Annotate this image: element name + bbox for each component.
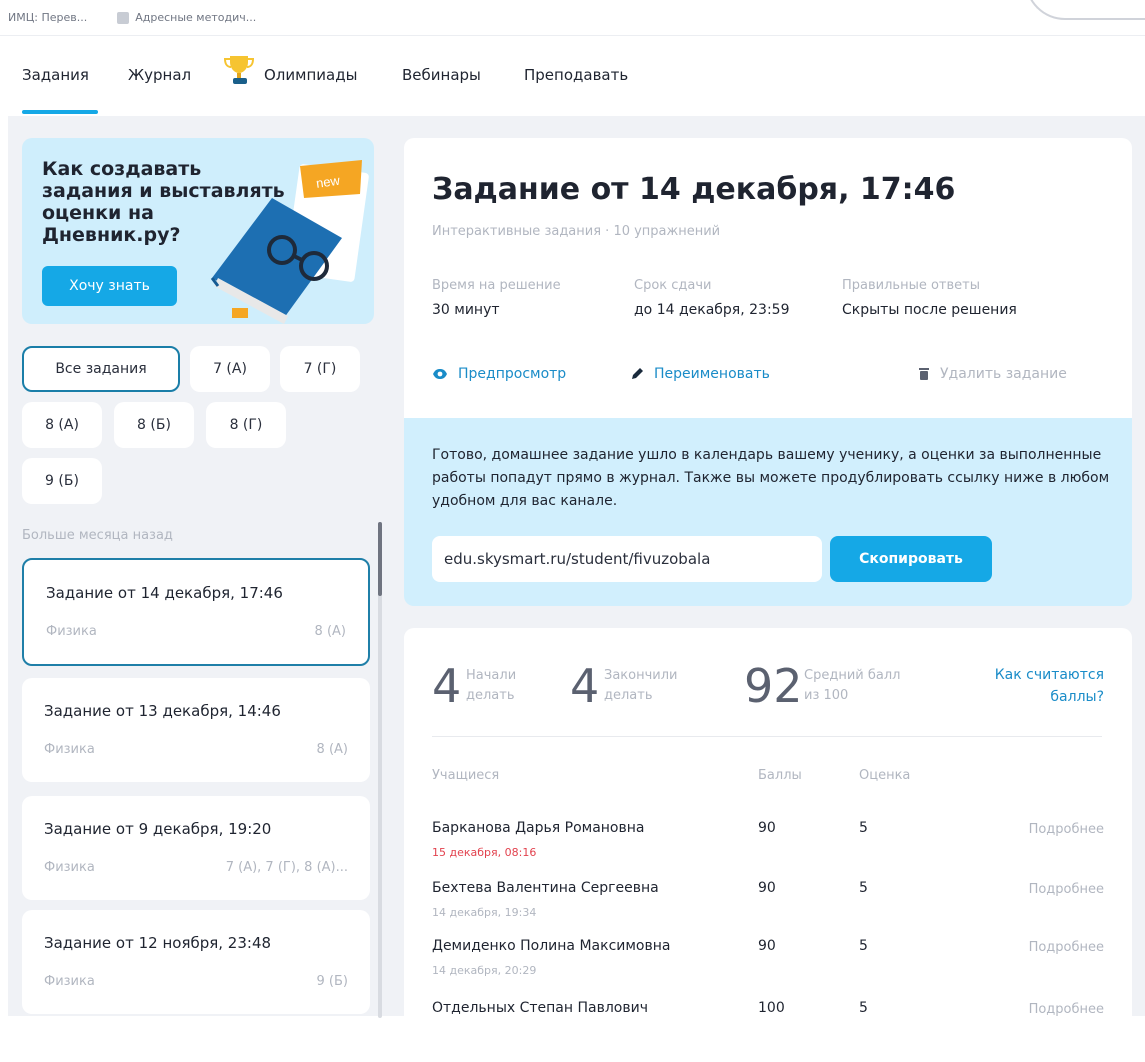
rename-label: Переименовать [654,366,770,382]
student-name: Демиденко Полина Максимовна [432,938,671,954]
student-score: 90 [758,820,776,836]
promo-learn-button[interactable]: Хочу знать [42,266,177,306]
filter-class-9b[interactable]: 9 (Б) [22,458,102,504]
student-link-field[interactable] [432,536,822,582]
student-name: Барканова Дарья Романовна [432,820,645,836]
active-tab-indicator [22,110,98,114]
left-edge [0,116,8,1016]
bookmark-item[interactable]: Адресные методич... [117,11,256,24]
nav-tab-journal[interactable]: Журнал [128,66,191,84]
submission-date: 15 декабря, 08:16 [432,846,537,859]
filter-class-7g[interactable]: 7 (Г) [280,346,360,392]
copy-link-button[interactable]: Скопировать [830,536,992,582]
eye-icon [433,369,447,379]
task-classes: 7 (А), 7 (Г), 8 (А)... [225,860,348,875]
answers-label: Правильные ответы [842,278,980,293]
started-label: Начали делать [466,668,517,703]
task-subject: Физика [46,624,97,639]
time-value: 30 минут [432,302,500,318]
window-corner-decoration [1025,0,1145,20]
book-illustration-icon: new [210,160,369,324]
section-label: Больше месяца назад [22,528,173,543]
task-list-item[interactable]: Задание от 13 декабря, 14:46 Физика 8 (А… [22,678,370,782]
filter-class-8g[interactable]: 8 (Г) [206,402,286,448]
student-grade: 5 [859,880,868,896]
task-title: Задание от 9 декабря, 19:20 [44,820,272,838]
submission-date: 14 декабря, 20:29 [432,964,537,977]
bookmark-label: Адресные методич... [135,11,257,24]
rename-button[interactable]: Переименовать [630,366,770,382]
task-list-item[interactable]: Задание от 9 декабря, 19:20 Физика 7 (А)… [22,796,370,900]
task-list-item[interactable]: Задание от 12 ноября, 23:48 Физика 9 (Б) [22,910,370,1014]
student-grade: 5 [859,820,868,836]
task-title: Задание от 13 декабря, 14:46 [44,702,281,720]
delete-label: Удалить задание [940,366,1067,382]
finished-label: Закончили делать [604,668,678,703]
filter-class-8b[interactable]: 8 (Б) [114,402,194,448]
bookmark-favicon-icon [117,11,130,24]
nav-tab-olympiads[interactable]: Олимпиады [264,66,357,84]
task-subject: Физика [44,974,95,989]
column-header-grade: Оценка [859,768,911,783]
notice-text: Готово, домашнее задание ушло в календар… [432,447,1110,509]
nav-tab-teach[interactable]: Преподавать [524,66,628,84]
trash-icon [919,368,929,380]
started-count: 4 [432,659,462,713]
student-grade: 5 [859,938,868,954]
task-list-item[interactable]: Задание от 14 декабря, 17:46 Физика 8 (А… [22,558,370,666]
task-title: Задание от 12 ноября, 23:48 [44,934,272,952]
top-navigation: Задания Журнал Олимпиады Вебинары Препод… [0,36,1145,116]
task-subject: Физика [44,742,95,757]
task-classes: 8 (А) [314,624,346,639]
answers-value: Скрыты после решения [842,302,1017,318]
task-title: Задание от 14 декабря, 17:46 [46,584,283,602]
student-score: 90 [758,938,776,954]
divider [432,736,1102,737]
pencil-icon [632,368,643,379]
bookmark-item[interactable]: ИМЦ: Перев... [8,11,87,24]
average-score: 92 [744,659,803,713]
promo-banner: Как создавать задания и выставлять оценк… [22,138,374,324]
task-classes: 9 (Б) [316,974,348,989]
student-score: 100 [758,1000,785,1016]
details-link[interactable]: Подробнее [1029,1002,1104,1017]
task-subject: Физика [44,860,95,875]
trophy-icon [223,56,255,84]
filter-class-8a[interactable]: 8 (А) [22,402,102,448]
student-name: Отдельных Степан Павлович [432,1000,648,1016]
details-link[interactable]: Подробнее [1029,940,1104,955]
results-card: 4 Начали делать 4 Закончили делать 92 Ср… [404,628,1132,1018]
task-details-card: Задание от 14 декабря, 17:46 Интерактивн… [404,138,1132,418]
scrollbar-thumb[interactable] [378,522,382,596]
filter-all-tasks[interactable]: Все задания [22,346,180,392]
finished-count: 4 [570,659,600,713]
column-header-student: Учащиеся [432,768,500,783]
student-name: Бехтева Валентина Сергеевна [432,880,659,896]
bookmarks-bar: ИМЦ: Перев... Адресные методич... [0,0,1145,36]
filter-class-7a[interactable]: 7 (А) [190,346,270,392]
preview-label: Предпросмотр [458,366,567,382]
assignment-notice: Готово, домашнее задание ушло в календар… [404,418,1132,606]
task-details-subtitle: Интерактивные задания · 10 упражнений [432,224,721,239]
nav-tab-webinars[interactable]: Вебинары [402,66,481,84]
submission-date: 14 декабря, 19:34 [432,906,537,919]
bottom-area [0,1018,1145,1062]
delete-task-button[interactable]: Удалить задание [918,366,1067,382]
student-score: 90 [758,880,776,896]
preview-button[interactable]: Предпросмотр [432,366,566,382]
column-header-score: Баллы [758,768,802,783]
scoring-info-link[interactable]: Как считаются баллы? [954,664,1104,708]
details-link[interactable]: Подробнее [1029,882,1104,897]
nav-tab-tasks[interactable]: Задания [22,66,89,84]
task-classes: 8 (А) [316,742,348,757]
bookmark-label: ИМЦ: Перев... [8,11,88,24]
task-details-title: Задание от 14 декабря, 17:46 [432,172,956,207]
time-label: Время на решение [432,278,561,293]
task-list-scrollbar[interactable] [378,522,382,1018]
student-grade: 5 [859,1000,868,1016]
deadline-value: до 14 декабря, 23:59 [634,302,790,318]
deadline-label: Срок сдачи [634,278,712,293]
average-label: Средний балл из 100 [804,668,901,703]
details-link[interactable]: Подробнее [1029,822,1104,837]
